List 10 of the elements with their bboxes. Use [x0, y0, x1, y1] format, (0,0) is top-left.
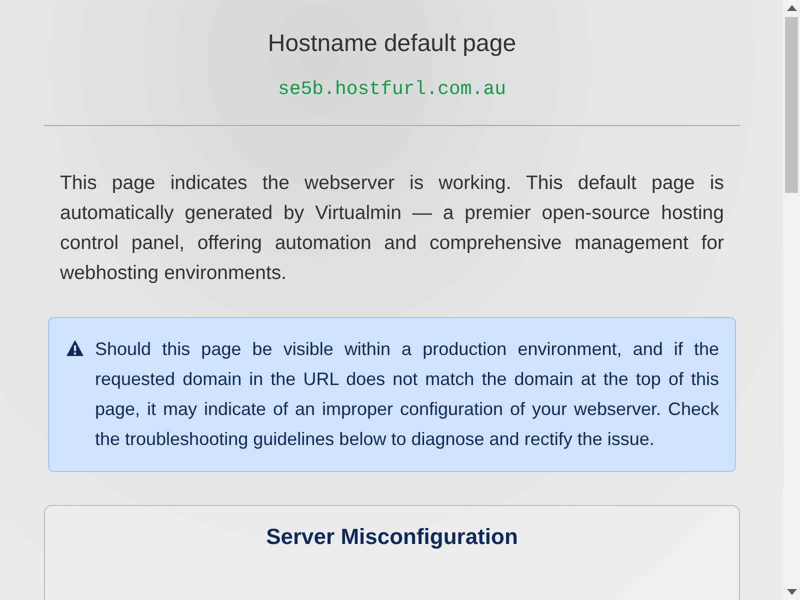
warning-icon — [65, 339, 85, 357]
scroll-thumb[interactable] — [785, 17, 798, 193]
hostname: se5b.hostfurl.com.au — [276, 78, 508, 100]
scrollbar[interactable] — [783, 0, 800, 600]
card-title: Server Misconfiguration — [265, 524, 519, 550]
alert-text: Should this page be visible within a production environment, and if the requested domain in the URL does not match the domain at the top of this page, it may indicate of an improper configuration of your webserver. Check the troubleshooting guidelines below to diagnose and rectify the issue. — [95, 338, 719, 451]
scroll-up-icon[interactable] — [786, 5, 796, 11]
scroll-down-icon[interactable] — [786, 589, 796, 595]
page-title: Hostname default page — [266, 30, 518, 58]
intro-paragraph: This page indicates the webserver is working. This default page is automatically generated by Virtualmin — a premier open-source hosting control panel, offering automation and comprehensive management for webhosting environments. — [60, 171, 724, 286]
